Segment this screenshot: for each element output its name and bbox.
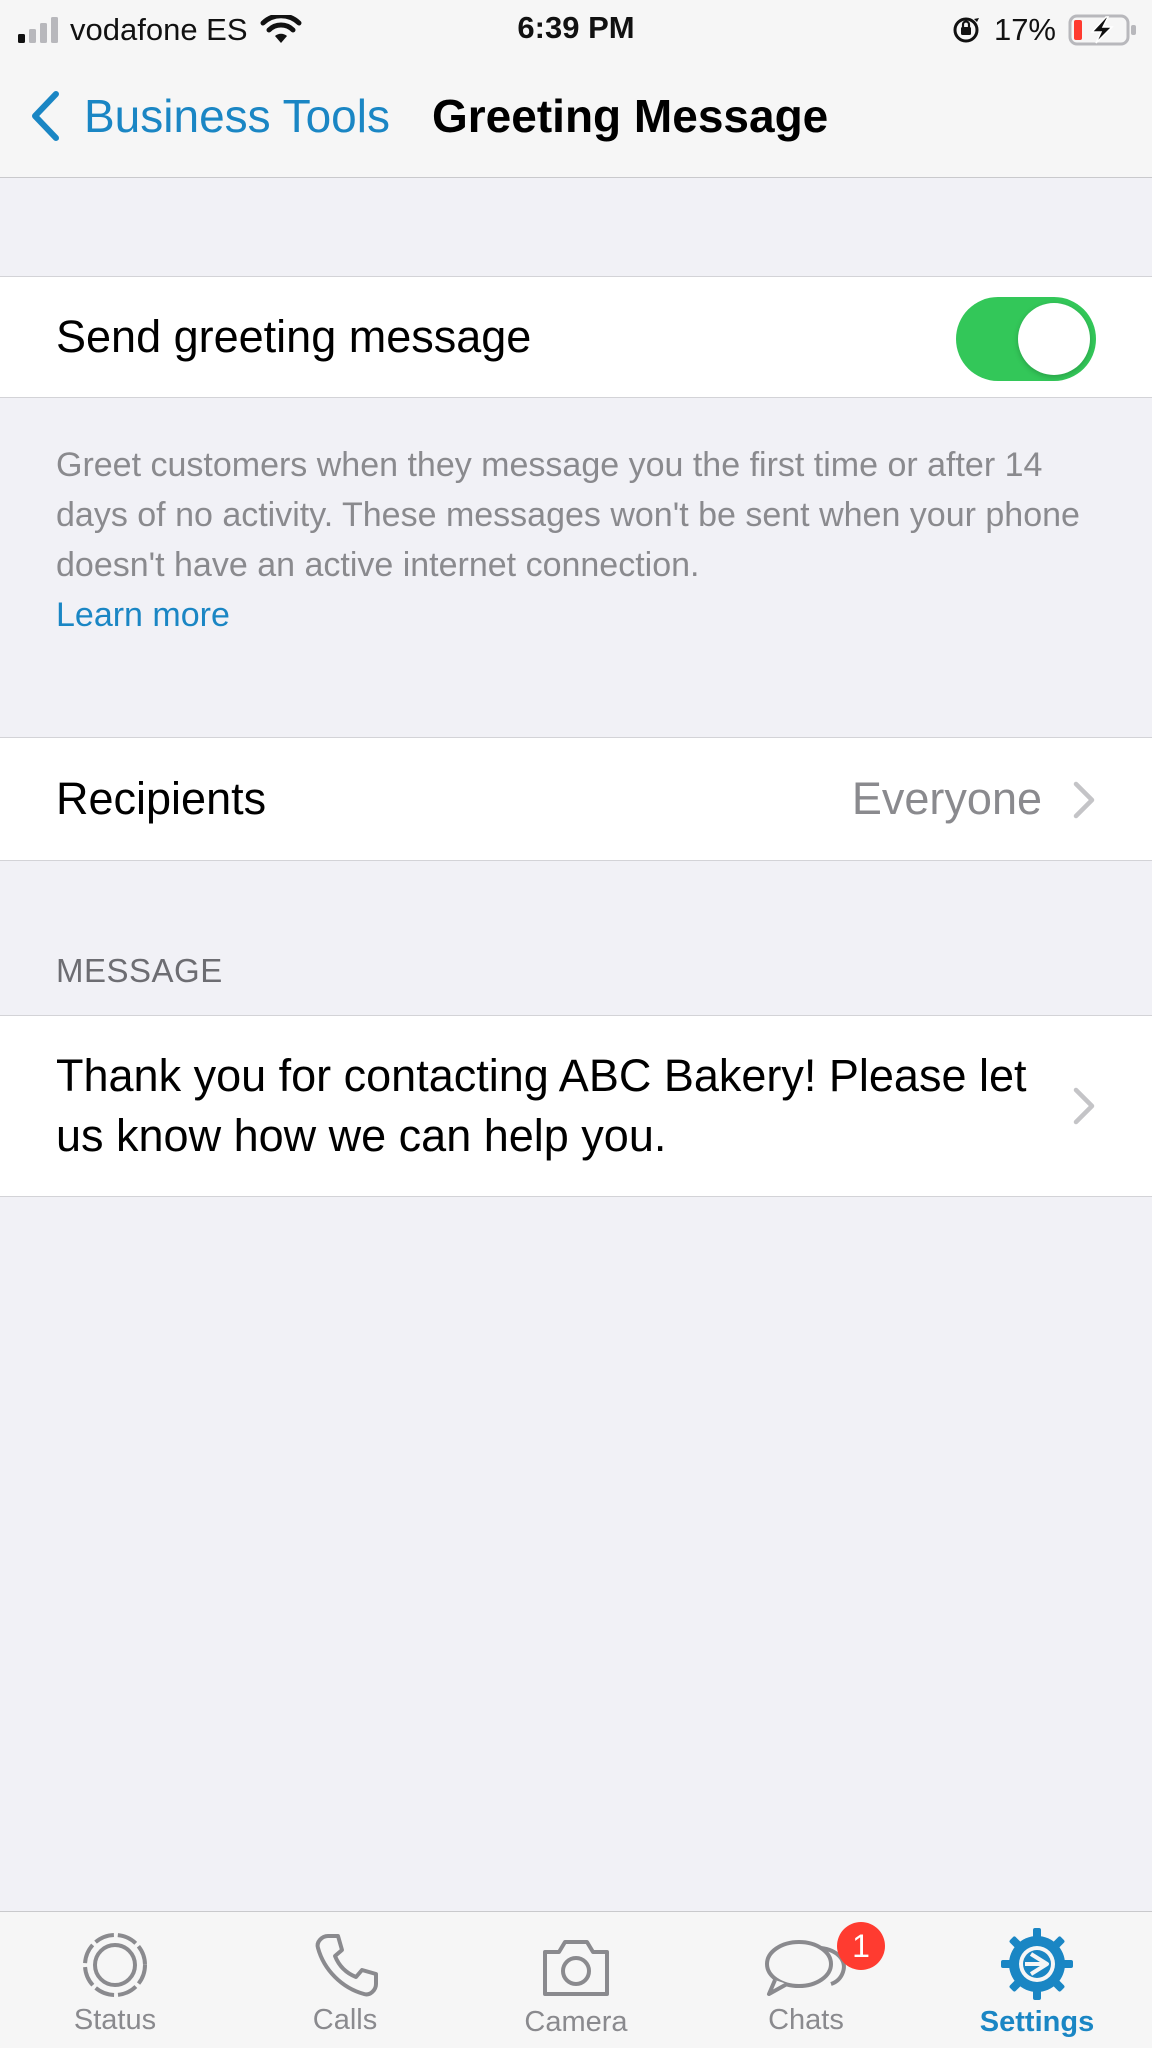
toggle-knob — [1018, 303, 1090, 375]
chats-unread-badge: 1 — [837, 1922, 885, 1970]
greeting-description: Greet customers when they message you th… — [56, 440, 1116, 640]
tab-settings-label: Settings — [979, 2006, 1095, 2038]
message-section-header: MESSAGE — [56, 952, 223, 989]
orientation-lock-icon — [953, 17, 979, 43]
tab-camera-label: Camera — [524, 2006, 628, 2038]
navigation-bar: Business Tools Greeting Message — [0, 58, 1152, 178]
recipients-value: Everyone — [851, 773, 1042, 824]
camera-icon — [543, 1940, 609, 1996]
tab-camera[interactable]: Camera — [461, 1912, 691, 2048]
chevron-right-icon — [1073, 781, 1095, 819]
recipients-label: Recipients — [56, 773, 267, 824]
page-title: Greeting Message — [432, 90, 829, 142]
tab-status-label: Status — [73, 2004, 157, 2036]
greeting-message-text: Thank you for contacting ABC Bakery! Ple… — [56, 1050, 1027, 1161]
phone-icon — [315, 1934, 378, 1997]
send-greeting-row: Send greeting message — [0, 276, 1152, 398]
tab-status[interactable]: Status — [0, 1912, 230, 2048]
status-right: 17% — [950, 10, 1138, 50]
send-greeting-toggle[interactable] — [956, 297, 1096, 381]
chevron-right-icon — [1073, 1087, 1095, 1125]
description-text: Greet customers when they message you th… — [56, 446, 1080, 584]
tab-settings[interactable]: Settings — [922, 1912, 1152, 2048]
battery-percent: 17% — [993, 12, 1056, 47]
gear-icon — [1001, 1928, 1073, 2000]
back-label: Business Tools — [84, 90, 390, 142]
send-greeting-label: Send greeting message — [56, 311, 532, 362]
recipients-row[interactable]: Recipients Everyone — [0, 737, 1152, 861]
learn-more-link[interactable]: Learn more — [56, 590, 1116, 640]
screen: vodafone ES 6:39 PM 17% Business Tools G… — [0, 0, 1152, 2048]
tab-calls[interactable]: Calls — [230, 1912, 460, 2048]
tab-chats-label: Chats — [768, 2004, 844, 2036]
status-bar: vodafone ES 6:39 PM 17% — [0, 0, 1152, 58]
tab-bar: Status Calls Camera 1 Chats Settings — [0, 1911, 1152, 2048]
message-row[interactable]: Thank you for contacting ABC Bakery! Ple… — [0, 1015, 1152, 1197]
status-icon — [83, 1933, 147, 1997]
tab-chats[interactable]: 1 Chats — [691, 1912, 921, 2048]
battery-charging-icon — [1068, 14, 1136, 46]
back-button[interactable]: Business Tools — [30, 88, 390, 144]
chevron-left-icon — [32, 91, 59, 141]
tab-calls-label: Calls — [312, 2004, 378, 2036]
